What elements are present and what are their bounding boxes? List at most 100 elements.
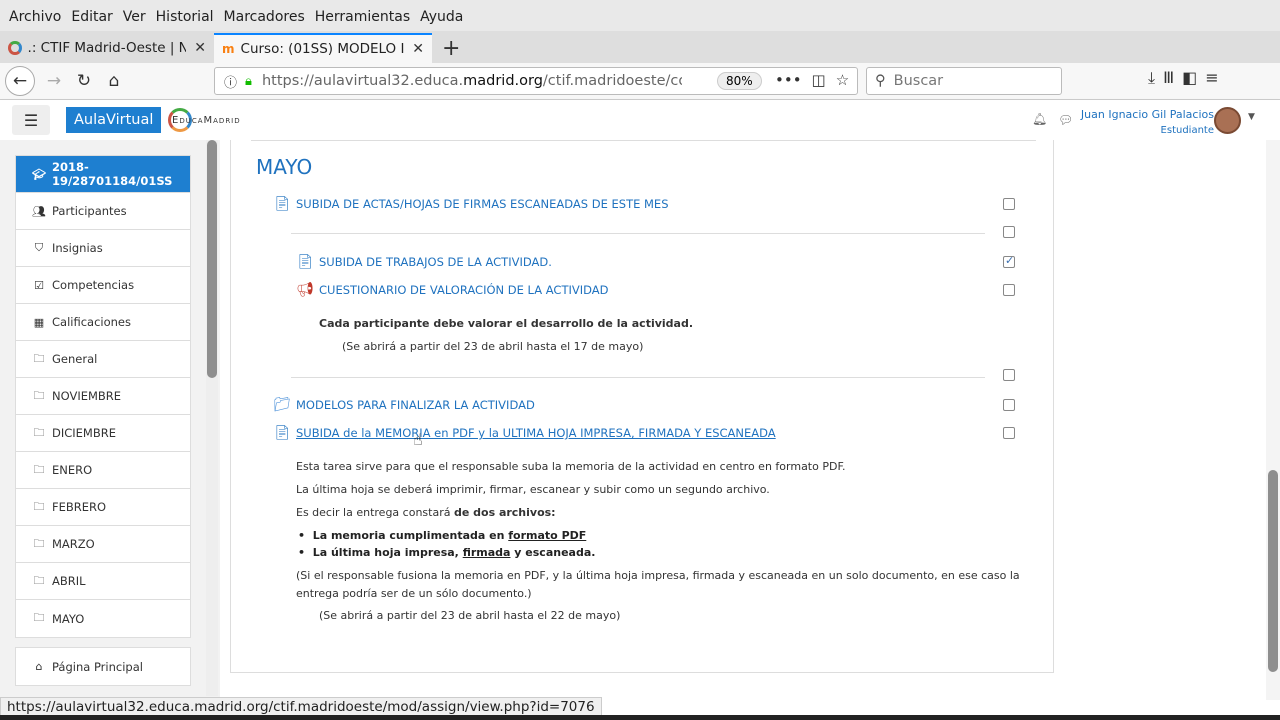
status-bar-url: https://aulavirtual32.educa.madrid.org/c… [0, 697, 602, 717]
bookmark-star-icon[interactable]: ☆ [836, 71, 849, 89]
bell-icon[interactable]: 🔔︎ [1032, 112, 1047, 126]
url-bar[interactable]: ⓘ 🔒︎ https://aulavirtual32.educa.madrid.… [214, 67, 858, 95]
nav-item-diciembre[interactable]: 🗀︎ DICIEMBRE [16, 415, 190, 452]
completion-checkbox[interactable] [1003, 427, 1015, 439]
menu-editar[interactable]: Editar [66, 9, 117, 25]
menu-historial[interactable]: Historial [151, 9, 219, 25]
nav-item-mayo[interactable]: 🗀︎ MAYO [16, 600, 190, 637]
sidebar-toggle-icon[interactable]: ◧ [1182, 68, 1197, 88]
activity-cuestionario[interactable]: 📢︎ CUESTIONARIO DE VALORACIÓN DE LA ACTIV… [296, 282, 608, 298]
moodle-navbar: ☰ AulaVirtual EducaMadrid 🔔︎ 💬︎ Juan Ign… [0, 100, 1280, 140]
menu-ayuda[interactable]: Ayuda [415, 9, 468, 25]
nav-item-abril[interactable]: 🗀︎ ABRIL [16, 563, 190, 600]
avatar[interactable] [1214, 107, 1241, 134]
memoria-p4b: entrega podría ser de un sólo documento.… [296, 587, 532, 600]
nav-item-febrero[interactable]: 🗀︎ FEBRERO [16, 489, 190, 526]
firmada-link[interactable]: firmada [463, 546, 511, 559]
back-arrow-icon[interactable]: ← [5, 66, 35, 96]
close-icon[interactable]: ✕ [194, 40, 206, 56]
search-input[interactable]: ⚲ Buscar [866, 67, 1062, 95]
hamburger-menu-icon[interactable]: ≡ [1205, 68, 1218, 88]
user-role: Estudiante [1160, 125, 1214, 136]
activity-memoria[interactable]: 📄︎ SUBIDA de la MEMORIA en PDF y la ULTIM… [273, 425, 776, 441]
info-icon[interactable]: ⓘ [224, 72, 237, 91]
bottom-strip [0, 715, 1280, 720]
tab-curso[interactable]: m Curso: (01SS) MODELO I ✕ [214, 33, 432, 63]
memoria-bullet-1: • La memoria cumplimentada en formato PD… [298, 529, 587, 542]
completion-checkbox-checked[interactable] [1003, 254, 1015, 268]
folder-icon: 🗀︎ [33, 611, 45, 624]
hand-cursor-icon: ☝ [413, 430, 423, 449]
folder-icon: 📁︎ [273, 397, 291, 413]
memoria-p4a: (Si el responsable fusiona la memoria en… [296, 569, 1020, 582]
nav-item-participantes[interactable]: 👥︎ Participantes [16, 193, 190, 230]
chat-icon[interactable]: 💬︎ [1058, 113, 1073, 127]
pocket-icon[interactable]: ◫ [812, 71, 826, 89]
completion-checkbox[interactable] [1003, 226, 1015, 238]
folder-icon: 🗀︎ [33, 462, 45, 476]
caret-down-icon[interactable]: ▼ [1248, 112, 1255, 122]
menu-ver[interactable]: Ver [118, 9, 151, 25]
nav-item-noviembre[interactable]: 🗀︎ NOVIEMBRE [16, 378, 190, 415]
menu-herramientas[interactable]: Herramientas [310, 9, 415, 25]
folder-icon: 🗀︎ [33, 351, 45, 365]
zoom-level[interactable]: 80% [717, 72, 762, 90]
nav-item-competencias[interactable]: ☑ Competencias [16, 267, 190, 304]
nav-item-general[interactable]: 🗀︎ General [16, 341, 190, 378]
nav-item-insignias[interactable]: ⛉ Insignias [16, 230, 190, 267]
graduation-cap-icon: 🎓︎ [32, 167, 46, 181]
library-icon[interactable]: Ⅲ [1163, 68, 1174, 88]
completion-checkbox[interactable] [1003, 369, 1015, 381]
memoria-p1: Esta tarea sirve para que el responsable… [296, 460, 846, 473]
nav-item-enero[interactable]: 🗀︎ ENERO [16, 452, 190, 489]
shield-icon: ⛉ [34, 241, 44, 254]
completion-checkbox[interactable] [1003, 284, 1015, 296]
completion-checkbox[interactable] [1003, 198, 1015, 210]
tab-ctif[interactable]: .: CTIF Madrid-Oeste | Nc ✕ [0, 33, 214, 63]
nav-item-marzo[interactable]: 🗀︎ MARZO [16, 526, 190, 563]
nav-item-course[interactable]: 🎓︎ 2018-19/28701184/01SS [16, 156, 190, 193]
page-scrollbar-thumb[interactable] [1268, 470, 1278, 672]
more-actions-icon[interactable]: ••• [775, 71, 802, 89]
reload-icon[interactable]: ↻ [69, 66, 99, 96]
activity-actas[interactable]: 📄︎ SUBIDA DE ACTAS/HOJAS DE FIRMAS ESCANE… [273, 196, 668, 212]
menu-marcadores[interactable]: Marcadores [219, 9, 310, 25]
assignment-icon: 📄︎ [273, 425, 291, 441]
home-icon[interactable]: ⌂ [99, 66, 129, 96]
close-icon[interactable]: ✕ [412, 41, 424, 57]
folder-icon: 🗀︎ [33, 425, 45, 439]
drawer-scrollbar[interactable] [206, 140, 218, 696]
aulavirtual-brand[interactable]: AulaVirtual [66, 107, 162, 133]
folder-icon: 🗀︎ [33, 499, 45, 513]
drawer-scrollbar-thumb[interactable] [207, 140, 217, 378]
downloads-icon[interactable]: ⤓ [1148, 68, 1155, 88]
memoria-bullet-2: • La última hoja impresa, firmada y esca… [298, 546, 596, 559]
folder-icon: 🗀︎ [33, 536, 45, 550]
navigation-toolbar: ← → ↻ ⌂ ⓘ 🔒︎ https://aulavirtual32.educa… [0, 63, 1280, 100]
nav-item-home[interactable]: ⌂ Página Principal [16, 648, 190, 685]
activity-modelos[interactable]: 📁︎ MODELOS PARA FINALIZAR LA ACTIVIDAD [273, 397, 535, 413]
users-icon: 👥︎ [32, 204, 46, 218]
menu-archivo[interactable]: Archivo [4, 9, 66, 25]
memoria-p3: Es decir la entrega constará de dos arch… [296, 506, 556, 519]
user-name[interactable]: Juan Ignacio Gil Palacios [1081, 108, 1214, 121]
drawer-toggle-icon[interactable]: ☰ [12, 105, 50, 135]
memoria-p2: La última hoja se deberá imprimir, firma… [296, 483, 770, 496]
url-text[interactable]: https://aulavirtual32.educa.madrid.org/c… [262, 73, 682, 89]
user-menu[interactable]: 🔔︎ 💬︎ Juan Ignacio Gil Palacios Estudian… [1030, 104, 1270, 138]
formato-pdf-link[interactable]: formato PDF [508, 529, 586, 542]
feedback-megaphone-icon: 📢︎ [296, 282, 314, 298]
moodle-favicon-icon: m [222, 42, 235, 56]
page-scrollbar[interactable] [1266, 140, 1280, 700]
table-icon: ▦ [33, 315, 45, 329]
site-nav-list: ⌂ Página Principal [15, 647, 191, 686]
educamadrid-logo[interactable]: EducaMadrid [168, 108, 240, 132]
nav-item-calificaciones[interactable]: ▦ Calificaciones [16, 304, 190, 341]
lock-icon[interactable]: 🔒︎ [245, 74, 252, 89]
forward-arrow-icon[interactable]: → [39, 66, 69, 96]
divider [291, 377, 985, 378]
completion-checkbox[interactable] [1003, 399, 1015, 411]
new-tab-icon[interactable]: + [432, 33, 470, 63]
activity-trabajos[interactable]: 📄︎ SUBIDA DE TRABAJOS DE LA ACTIVIDAD. [296, 254, 552, 270]
feedback-note: Cada participante debe valorar el desarr… [319, 317, 694, 330]
